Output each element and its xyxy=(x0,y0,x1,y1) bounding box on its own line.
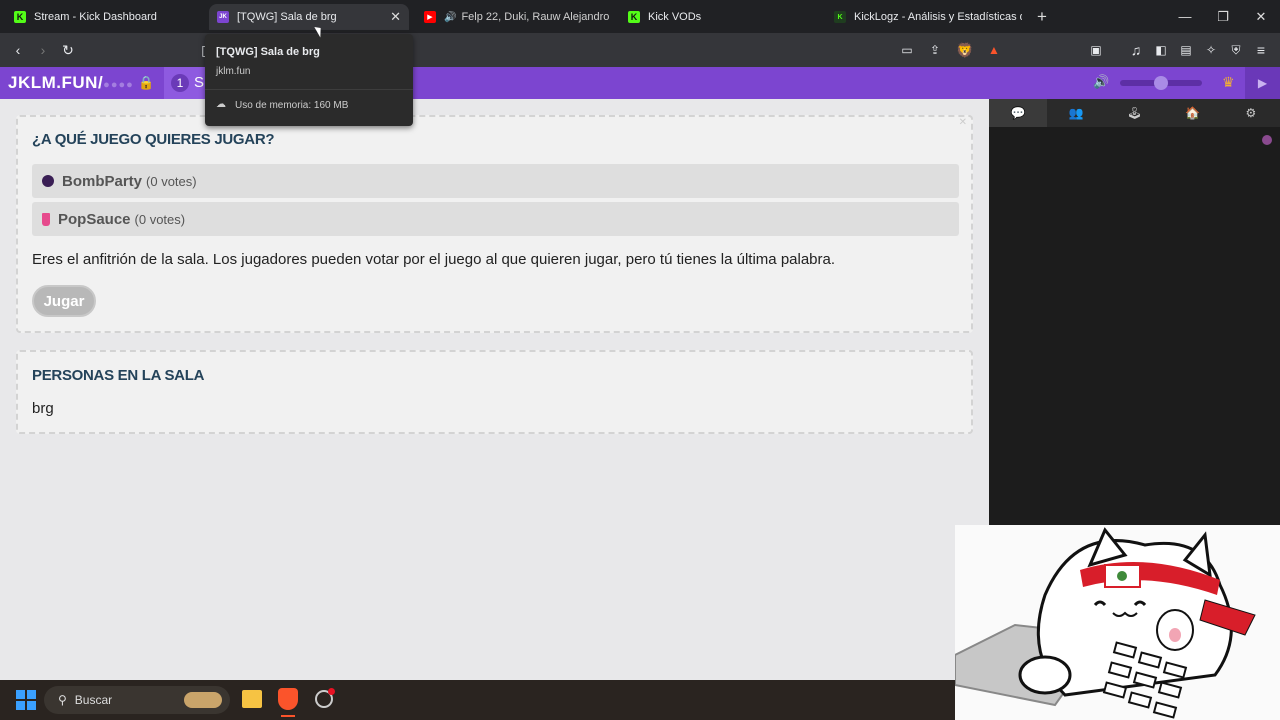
search-icon: ⚲ xyxy=(58,693,67,707)
bongo-cat-image xyxy=(955,525,1280,720)
tab-kick-dashboard[interactable]: K Stream - Kick Dashboard xyxy=(6,4,202,30)
speaker-icon: 🔊 xyxy=(444,11,457,23)
room-content: ¿A QUÉ JUEGO QUIERES JUGAR? ✕ BombParty … xyxy=(0,99,989,680)
back-icon[interactable]: ‹ xyxy=(9,41,27,59)
memory-icon: ☁ xyxy=(216,99,226,110)
wallet-icon[interactable]: ▤ xyxy=(1177,41,1195,59)
youtube-icon: ▶ xyxy=(424,11,436,23)
close-panel-icon[interactable]: ✕ xyxy=(959,117,967,128)
volume-slider[interactable] xyxy=(1120,76,1202,90)
search-highlight-icon xyxy=(184,692,222,708)
settings-tab-icon[interactable]: ⚙ xyxy=(1222,99,1280,127)
site-logo[interactable]: JKLM.FUN/●●●● xyxy=(8,73,134,93)
tab-label: Felp 22, Duki, Rauw Alejandro - T xyxy=(461,11,612,23)
brave-rewards-icon[interactable]: ▲ xyxy=(985,41,1003,59)
tab-label: Stream - Kick Dashboard xyxy=(34,11,157,23)
kick-icon: K xyxy=(628,11,640,23)
windows-start-icon[interactable] xyxy=(16,690,36,710)
share-icon[interactable]: ⇪ xyxy=(926,41,944,59)
game-option-popsauce[interactable]: PopSauce (0 votes) xyxy=(32,202,959,236)
brave-taskbar-icon[interactable] xyxy=(278,688,298,710)
close-tab-icon[interactable]: ✕ xyxy=(390,9,401,25)
leo-ai-icon[interactable]: ✧ xyxy=(1202,41,1220,59)
jklm-icon: JK xyxy=(217,11,229,23)
tab-label: KickLogz - Análisis y Estadísticas de T xyxy=(854,11,1022,23)
close-window-button[interactable]: ✕ xyxy=(1242,0,1280,33)
tab-label: [TQWG] Sala de brg xyxy=(237,11,337,23)
players-tab-icon[interactable]: 👥 xyxy=(1047,99,1105,127)
menu-icon[interactable]: ≡ xyxy=(1252,41,1270,59)
brave-shields-icon[interactable]: 🦁 xyxy=(956,41,974,59)
toggle-sidebar-icon[interactable]: ▶ xyxy=(1245,67,1280,99)
play-button[interactable]: Jugar xyxy=(32,285,96,317)
tab-hover-card: [TQWG] Sala de brg jklm.fun ☁ Uso de mem… xyxy=(205,34,413,126)
chat-tab-icon[interactable]: 💬 xyxy=(989,99,1048,127)
volume-icon[interactable]: 🔊 xyxy=(1093,74,1109,90)
tab-kicklogz[interactable]: K KickLogz - Análisis y Estadísticas de … xyxy=(826,4,1022,30)
file-explorer-icon[interactable] xyxy=(242,690,262,708)
volume-slider-thumb[interactable] xyxy=(1154,76,1168,90)
status-icon xyxy=(1262,135,1272,145)
browser-toolbar: ‹ › ↻ ▯ ▭ ⇪ 🦁 ▲ ▣ ♫ ◧ ▤ ✧ ⛨ ≡ xyxy=(0,33,1280,67)
person-name: brg xyxy=(32,400,54,417)
new-tab-button[interactable]: + xyxy=(1023,0,1061,33)
sauce-icon xyxy=(42,212,50,226)
people-heading: PERSONAS EN LA SALA xyxy=(32,367,205,384)
kick-icon: K xyxy=(14,11,26,23)
hover-card-url: jklm.fun xyxy=(216,66,251,77)
joystick-tab-icon[interactable]: 🕹 xyxy=(1105,99,1163,127)
game-vote-heading: ¿A QUÉ JUEGO QUIERES JUGAR? xyxy=(32,131,275,148)
tab-kick-vods[interactable]: K Kick VODs xyxy=(620,4,820,30)
host-description: Eres el anfitrión de la sala. Los jugado… xyxy=(32,251,836,268)
room-tab-icon[interactable]: 🏠 xyxy=(1164,99,1222,127)
game-vote-panel: ¿A QUÉ JUEGO QUIERES JUGAR? ✕ BombParty … xyxy=(16,115,973,333)
vpn-icon[interactable]: ⛨ xyxy=(1227,41,1245,59)
room-code: ●●●● xyxy=(103,79,134,91)
cast-icon[interactable]: ▭ xyxy=(898,41,916,59)
sidebar-tabs: 💬 👥 🕹 🏠 ⚙ xyxy=(989,99,1280,127)
room-sidebar: 💬 👥 🕹 🏠 ⚙ xyxy=(989,99,1280,525)
kicklogz-icon: K xyxy=(834,11,846,23)
user-count[interactable]: 1 S xyxy=(164,67,206,99)
lock-icon[interactable]: 🔒 xyxy=(138,75,154,91)
recording-dot xyxy=(328,688,335,695)
people-panel: PERSONAS EN LA SALA brg xyxy=(16,350,973,434)
hover-card-memory: Uso de memoria: 160 MB xyxy=(235,100,349,111)
reload-icon[interactable]: ↻ xyxy=(59,41,77,59)
windows-taskbar: ⚲ Buscar xyxy=(0,680,955,720)
minimize-button[interactable]: — xyxy=(1166,0,1204,33)
reader-icon[interactable]: ▣ xyxy=(1087,41,1105,59)
jklm-header: JKLM.FUN/●●●● 🔒 1 S 🔊 ♛ ▶ xyxy=(0,67,1280,99)
game-option-bombparty[interactable]: BombParty (0 votes) xyxy=(32,164,959,198)
hover-card-title: [TQWG] Sala de brg xyxy=(216,46,320,58)
bomb-icon xyxy=(42,175,54,187)
hover-card-divider xyxy=(205,89,413,90)
browser-tab-bar: K Stream - Kick Dashboard JK [TQWG] Sala… xyxy=(0,0,1280,33)
forward-icon[interactable]: › xyxy=(34,41,52,59)
webcam-overlay xyxy=(955,525,1280,720)
tab-youtube[interactable]: ▶ 🔊 Felp 22, Duki, Rauw Alejandro - T xyxy=(416,4,612,30)
restore-button[interactable]: ❐ xyxy=(1204,0,1242,33)
media-icon[interactable]: ♫ xyxy=(1127,41,1145,59)
sidebar-icon[interactable]: ◧ xyxy=(1152,41,1170,59)
crown-icon[interactable]: ♛ xyxy=(1222,74,1235,91)
active-app-indicator xyxy=(281,715,295,717)
taskbar-search[interactable]: ⚲ Buscar xyxy=(44,686,230,714)
tab-jklm-room[interactable]: JK [TQWG] Sala de brg ✕ xyxy=(209,4,409,30)
tab-label: Kick VODs xyxy=(648,11,702,23)
